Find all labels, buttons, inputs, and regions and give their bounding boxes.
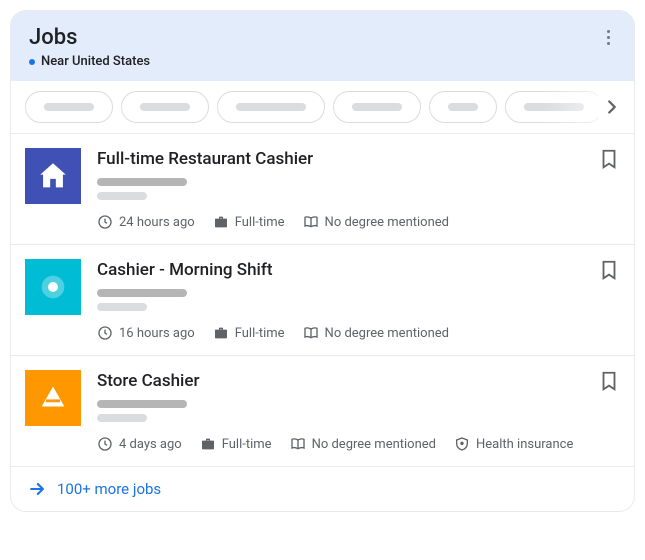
location-placeholder (97, 192, 147, 200)
company-name-placeholder (97, 178, 187, 186)
donut-icon (36, 270, 70, 304)
location-dot-icon (29, 59, 35, 65)
briefcase-icon (213, 214, 229, 230)
clock-icon (97, 325, 113, 341)
book-icon (303, 214, 319, 230)
book-icon (303, 325, 319, 341)
scroll-right-button[interactable] (598, 93, 626, 121)
jobs-card: Jobs Near United States Full-time Restau… (10, 10, 635, 512)
degree-requirement: No degree mentioned (290, 436, 436, 452)
degree-requirement: No degree mentioned (303, 214, 449, 230)
overflow-menu-icon[interactable] (596, 25, 620, 49)
job-type: Full-time (200, 436, 272, 452)
chevron-right-icon (601, 96, 623, 118)
location-placeholder (97, 303, 147, 311)
bookmark-button[interactable] (598, 148, 620, 174)
more-jobs-link[interactable]: 100+ more jobs (11, 467, 634, 511)
job-type: Full-time (213, 214, 285, 230)
filter-chip[interactable] (121, 91, 209, 123)
job-meta-row: 4 days ago Full-time No degree mentioned… (97, 436, 620, 452)
clock-icon (97, 436, 113, 452)
degree-requirement: No degree mentioned (303, 325, 449, 341)
filter-chip-row (11, 81, 634, 134)
job-meta-row: 16 hours ago Full-time No degree mention… (97, 325, 620, 341)
header-title: Jobs (29, 25, 616, 50)
filter-chip[interactable] (217, 91, 325, 123)
header-subtitle-row: Near United States (29, 54, 616, 69)
job-body: Store Cashier 4 days ago Full-time No de… (97, 370, 620, 452)
job-title: Full-time Restaurant Cashier (97, 148, 620, 170)
book-icon (290, 436, 306, 452)
company-name-placeholder (97, 289, 187, 297)
card-header: Jobs Near United States (11, 11, 634, 81)
job-item[interactable]: Cashier - Morning Shift 16 hours ago Ful… (11, 245, 634, 356)
job-item[interactable]: Full-time Restaurant Cashier 24 hours ag… (11, 134, 634, 245)
bookmark-button[interactable] (598, 370, 620, 396)
briefcase-icon (213, 325, 229, 341)
bookmark-button[interactable] (598, 259, 620, 285)
bookmark-icon (598, 259, 620, 281)
filter-chip[interactable] (25, 91, 113, 123)
bookmark-icon (598, 148, 620, 170)
company-logo (25, 148, 81, 204)
filter-chip[interactable] (429, 91, 497, 123)
filter-chips-container[interactable] (25, 91, 634, 123)
job-meta-row: 24 hours ago Full-time No degree mention… (97, 214, 620, 230)
arrow-right-icon (27, 479, 47, 499)
company-logo (25, 370, 81, 426)
job-title: Store Cashier (97, 370, 620, 392)
benefit: Health insurance (454, 436, 573, 452)
job-title: Cashier - Morning Shift (97, 259, 620, 281)
company-name-placeholder (97, 400, 187, 408)
triangle-icon (36, 381, 70, 415)
filter-chip[interactable] (333, 91, 421, 123)
posted-time: 16 hours ago (97, 325, 195, 341)
job-item[interactable]: Store Cashier 4 days ago Full-time No de… (11, 356, 634, 467)
house-icon (36, 159, 70, 193)
shield-icon (454, 436, 470, 452)
more-jobs-label: 100+ more jobs (57, 480, 161, 498)
filter-chip[interactable] (505, 91, 603, 123)
job-body: Full-time Restaurant Cashier 24 hours ag… (97, 148, 620, 230)
posted-time: 24 hours ago (97, 214, 195, 230)
job-body: Cashier - Morning Shift 16 hours ago Ful… (97, 259, 620, 341)
header-subtitle: Near United States (41, 54, 150, 69)
company-logo (25, 259, 81, 315)
bookmark-icon (598, 370, 620, 392)
clock-icon (97, 214, 113, 230)
location-placeholder (97, 414, 147, 422)
posted-time: 4 days ago (97, 436, 182, 452)
job-type: Full-time (213, 325, 285, 341)
briefcase-icon (200, 436, 216, 452)
